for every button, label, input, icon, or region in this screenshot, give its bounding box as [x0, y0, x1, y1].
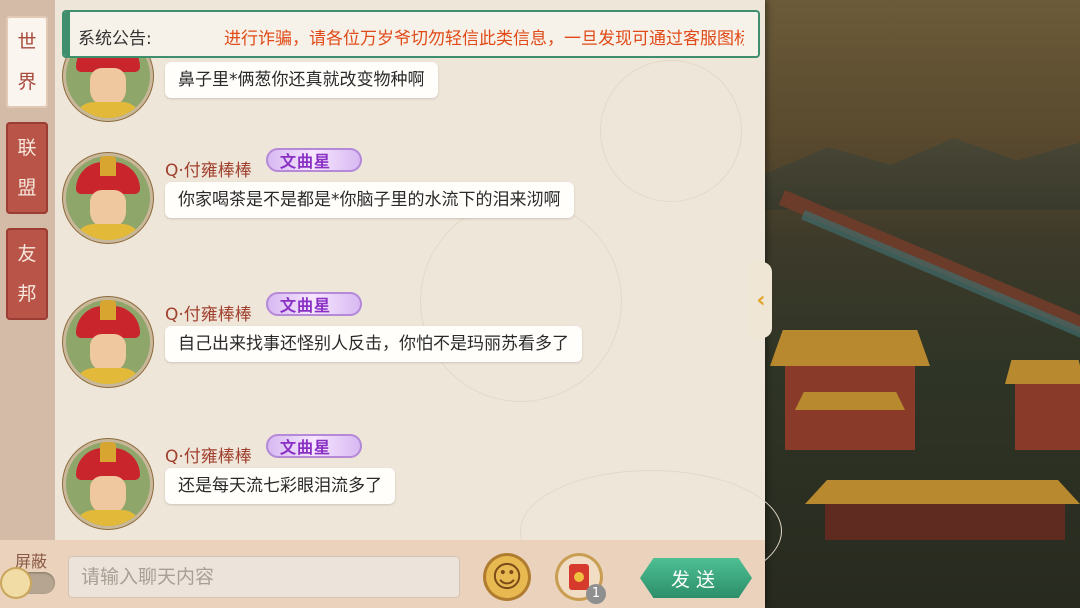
title-badge: 文曲星: [266, 286, 362, 320]
background-palace-scene: [765, 0, 1080, 608]
announcement-text: 进行诈骗，请各位万岁爷切勿轻信此类信息，一旦发现可通过客服图标: [224, 29, 744, 49]
system-announcement: 系统公告: 进行诈骗，请各位万岁爷切勿轻信此类信息，一旦发现可通过客服图标: [62, 10, 760, 58]
chat-message: Q·付雍棒棒 文曲星 还是每天流七彩眼泪流多了: [66, 426, 746, 526]
mute-toggle-knob: [2, 569, 30, 597]
message-username[interactable]: Q·付雍棒棒: [165, 300, 252, 325]
collapse-panel-button[interactable]: ‹: [750, 262, 772, 338]
tab-friends[interactable]: 友 邦: [6, 228, 48, 320]
message-bubble: 自己出来找事还怪别人反击，你怕不是玛丽苏看多了: [165, 326, 582, 362]
bg-gate-roof: [805, 480, 1080, 504]
tab-friends-char-1: 友: [17, 243, 37, 265]
channel-tab-column: 世 界 联 盟 友 邦: [0, 0, 55, 540]
title-badge-text: 文曲星: [280, 152, 332, 171]
title-badge: 文曲星: [266, 142, 362, 176]
bg-hills: [765, 138, 1080, 210]
tab-friends-char-2: 邦: [17, 283, 37, 305]
announcement-label: 系统公告:: [78, 29, 152, 49]
bg-side-roof: [1005, 360, 1080, 384]
chat-input[interactable]: [68, 556, 460, 598]
send-button[interactable]: 发送: [640, 558, 752, 598]
red-packet-count-badge: 1: [586, 584, 606, 604]
tab-alliance-char-2: 盟: [17, 177, 37, 199]
avatar[interactable]: [66, 442, 150, 526]
chat-message: Q·付雍棒棒 文曲星 自己出来找事还怪别人反击，你怕不是玛丽苏看多了: [66, 284, 746, 384]
tab-alliance[interactable]: 联 盟: [6, 122, 48, 214]
message-bubble: 还是每天流七彩眼泪流多了: [165, 468, 395, 504]
tab-alliance-char-1: 联: [17, 137, 37, 159]
title-badge-text: 文曲星: [280, 438, 332, 457]
tab-world[interactable]: 世 界: [6, 16, 48, 108]
avatar[interactable]: [66, 156, 150, 240]
avatar[interactable]: [66, 300, 150, 384]
mute-label: 屏蔽: [15, 552, 48, 571]
title-badge-text: 文曲星: [280, 296, 332, 315]
tab-world-char-1: 世: [17, 31, 37, 53]
emoji-face-icon: ☺: [491, 559, 523, 595]
bg-hall-roof-lower: [795, 392, 905, 410]
bg-hall-roof: [770, 330, 930, 366]
chat-message: Q·付雍棒棒 文曲星 你家喝茶是不是都是*你脑子里的水流下的泪来沏啊: [66, 140, 746, 240]
message-username[interactable]: Q·付雍棒棒: [165, 442, 252, 467]
message-bubble: 鼻子里*俩葱你还真就改变物种啊: [165, 62, 438, 98]
title-badge: 文曲星: [266, 428, 362, 462]
mute-toggle[interactable]: [2, 569, 55, 597]
message-bubble: 你家喝茶是不是都是*你脑子里的水流下的泪来沏啊: [165, 182, 574, 218]
bg-side-hall: [1015, 380, 1080, 450]
bg-gate: [825, 500, 1065, 540]
red-envelope-icon: [569, 564, 589, 590]
scroll-rod-left: [64, 12, 70, 56]
emoji-button[interactable]: ☺: [486, 556, 528, 598]
tab-world-char-2: 界: [17, 71, 37, 93]
chevron-left-icon: ‹: [756, 287, 766, 313]
message-username[interactable]: Q·付雍棒棒: [165, 156, 252, 181]
